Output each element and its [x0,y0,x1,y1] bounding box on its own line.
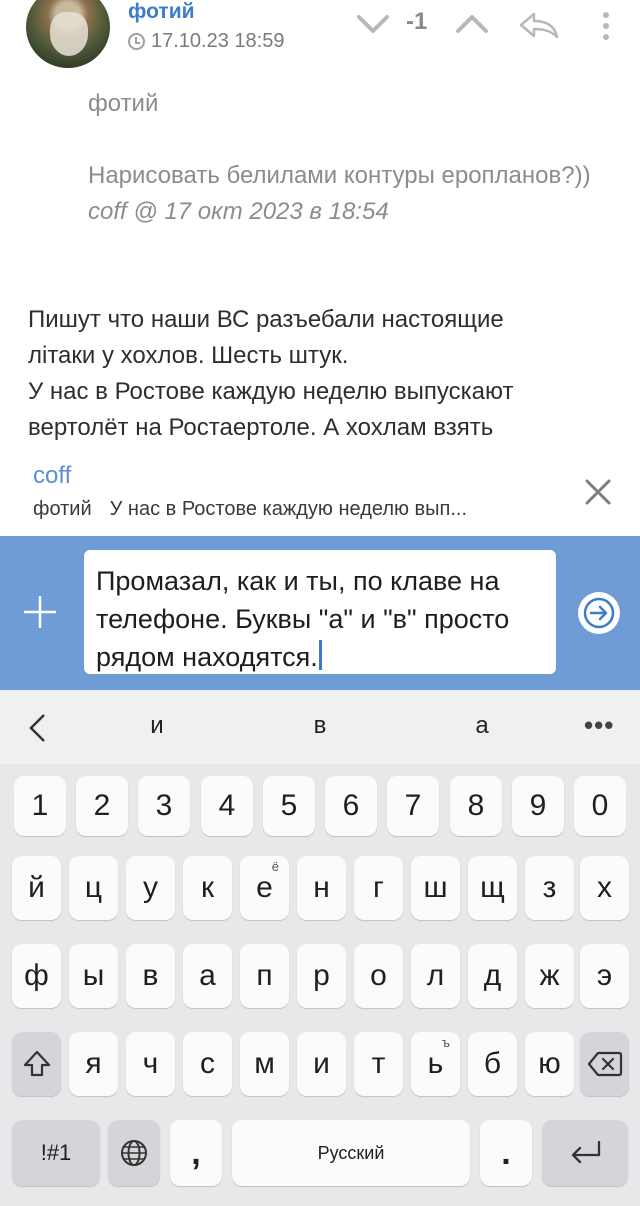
send-arrow-icon [583,597,615,629]
suggestion-1[interactable]: и [127,712,187,740]
period-key[interactable]: . [480,1120,532,1186]
key-ь-label: ь [427,1047,444,1080]
shift-key[interactable] [12,1032,61,1096]
key-о[interactable]: о [354,944,403,1008]
key-щ[interactable]: щ [468,856,517,920]
enter-icon [571,1140,601,1164]
reply-preview: coff фотий У нас в Ростове каждую неделю … [0,456,640,536]
key-ж[interactable]: ж [525,944,574,1008]
key-ь[interactable]: ьъ [411,1032,460,1096]
key-к[interactable]: к [183,856,232,920]
quote-signature[interactable]: coff @ 17 окт 2023 в 18:54 [88,194,608,230]
key-з[interactable]: з [525,856,574,920]
key-а[interactable]: а [183,944,232,1008]
chevron-down-icon[interactable] [356,12,390,36]
key-ы[interactable]: ы [69,944,118,1008]
key-э[interactable]: э [580,944,629,1008]
key-г[interactable]: г [354,856,403,920]
close-icon[interactable] [584,478,612,506]
send-button[interactable] [578,592,620,634]
key-2[interactable]: 2 [76,776,128,836]
key-у[interactable]: у [126,856,175,920]
space-key[interactable]: Русский [232,1120,470,1186]
suggestion-2[interactable]: в [290,712,350,740]
key-6[interactable]: 6 [325,776,377,836]
key-и[interactable]: и [297,1032,346,1096]
key-8[interactable]: 8 [450,776,502,836]
key-е[interactable]: её [240,856,289,920]
text-caret [318,640,322,670]
backspace-icon [587,1051,622,1077]
comment-body-line: літаки у хохлов. Шесть штук. [28,342,349,369]
comment-date: 17.10.23 18:59 [151,30,285,52]
key-н[interactable]: н [297,856,346,920]
key-7[interactable]: 7 [387,776,439,836]
author-avatar[interactable] [26,0,110,68]
quote-author: фотий [88,90,159,117]
quote-text: Нарисовать белилами контуры еропланов?)) [88,162,591,189]
vertical-dots-icon[interactable] [596,10,616,42]
key-ю[interactable]: ю [525,1032,574,1096]
key-е-label: е [256,871,273,904]
key-9[interactable]: 9 [512,776,564,836]
symbols-key[interactable]: !#1 [12,1120,100,1186]
backspace-key[interactable] [580,1032,629,1096]
plus-icon[interactable] [22,594,58,630]
reply-preview-to: фотий [33,498,92,520]
key-й[interactable]: й [12,856,61,920]
key-ш[interactable]: ш [411,856,460,920]
comment-body-line: У нас в Ростове каждую неделю выпускают [28,378,514,405]
comment-date-row: 17.10.23 18:59 [128,30,284,53]
reply-preview-author: coff [33,462,72,489]
key-ф[interactable]: ф [12,944,61,1008]
shift-icon [23,1050,50,1077]
enter-key[interactable] [542,1120,628,1186]
key-д[interactable]: д [468,944,517,1008]
quoted-comment: фотий Нарисовать белилами контуры еропла… [88,86,608,230]
key-е-hint: ё [271,859,279,874]
comment-author[interactable]: фотий [128,0,195,24]
reply-arrow-icon[interactable] [518,10,560,40]
key-с[interactable]: с [183,1032,232,1096]
key-п[interactable]: п [240,944,289,1008]
key-в[interactable]: в [126,944,175,1008]
key-т[interactable]: т [354,1032,403,1096]
key-л[interactable]: л [411,944,460,1008]
key-ч[interactable]: ч [126,1032,175,1096]
globe-icon [121,1140,147,1166]
comma-key[interactable]: , [170,1120,222,1186]
comment-body-line: вертолёт на Ростаертоле. А хохлам взять [28,414,494,441]
key-ц[interactable]: ц [69,856,118,920]
key-м[interactable]: м [240,1032,289,1096]
key-4[interactable]: 4 [201,776,253,836]
key-я[interactable]: я [69,1032,118,1096]
chevron-left-icon[interactable] [26,712,48,744]
key-х[interactable]: х [580,856,629,920]
comment-body-line: Пишут что наши ВС разъебали настоящие [28,306,504,333]
message-input-text: Промазал, как и ты, по клаве на телефоне… [96,566,510,672]
comment-body: Пишут что наши ВС разъебали настоящие лі… [28,302,618,450]
key-б[interactable]: б [468,1032,517,1096]
key-0[interactable]: 0 [574,776,626,836]
comment-rating: -1 [406,8,428,35]
language-key[interactable] [108,1120,160,1186]
key-1[interactable]: 1 [14,776,66,836]
key-ь-hint: ъ [441,1035,450,1050]
suggestion-3[interactable]: а [452,712,512,740]
message-input[interactable]: Промазал, как и ты, по клаве на телефоне… [84,550,556,674]
reply-preview-snippet: У нас в Ростове каждую неделю вып... [109,498,468,520]
key-5[interactable]: 5 [263,776,315,836]
chevron-up-icon[interactable] [455,12,489,36]
more-suggestions-icon[interactable]: ••• [584,710,614,741]
key-р[interactable]: р [297,944,346,1008]
clock-icon [128,33,145,50]
key-3[interactable]: 3 [138,776,190,836]
reply-preview-line: фотий У нас в Ростове каждую неделю вып..… [33,498,467,521]
